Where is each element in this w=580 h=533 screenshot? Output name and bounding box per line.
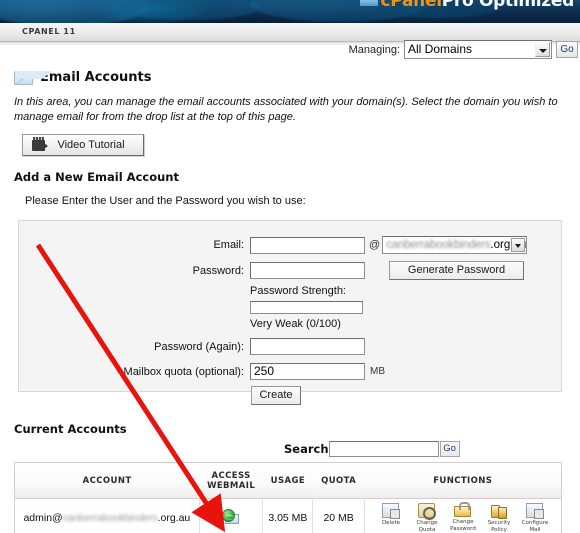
managing-domain-value: All Domains (408, 42, 473, 56)
function-change-password-label2: Password (450, 525, 476, 532)
password-again-label: Password (Again): (154, 340, 244, 353)
account-blurred-domain: canberrabookbinders (62, 512, 158, 524)
function-change-quota[interactable]: Change Quota (409, 503, 445, 533)
password-label: Password: (192, 264, 244, 277)
cell-access-webmail[interactable] (198, 498, 263, 533)
tab-cpanel-11[interactable]: CPANEL 11 (18, 25, 84, 37)
logo-suffix: Pro Optimized (441, 0, 575, 11)
email-input[interactable] (250, 236, 365, 254)
cell-quota: 20 MB (312, 498, 365, 533)
accounts-table: Account Access Webmail Usage Quota Funct… (14, 462, 562, 533)
column-header-usage: Usage (270, 475, 306, 486)
table-header-row: Account Access Webmail Usage Quota Funct… (14, 462, 562, 499)
column-header-functions: Functions (433, 475, 493, 486)
function-change-password[interactable]: Change Password (445, 502, 481, 532)
mailbox-quota-input[interactable]: 250 (250, 363, 365, 380)
function-configure-mail-label: Configure (521, 520, 549, 526)
create-button[interactable]: Create (251, 386, 301, 405)
search-go-button[interactable]: Go (439, 441, 460, 457)
email-row: Email: @ canberrabookbinders.org.au (19, 236, 563, 254)
webmail-globe-icon[interactable] (222, 508, 240, 525)
password-again-input[interactable] (250, 338, 365, 355)
cpanel-logo: cPanelPro Optimized (359, 0, 575, 11)
domain-blurred-prefix: canberrabookbinders (386, 239, 491, 251)
search-input[interactable] (328, 441, 439, 457)
configure-mail-icon (526, 503, 545, 519)
password-strength-value: Very Weak (0/100) (250, 318, 341, 330)
domain-select[interactable]: canberrabookbinders.org.au (382, 236, 528, 254)
add-account-instructions: Please Enter the User and the Password y… (25, 195, 306, 207)
function-delete-label: Delete (381, 520, 401, 526)
page-intro-text: In this area, you can manage the email a… (14, 96, 558, 123)
managing-domain-select[interactable]: All Domains (404, 40, 552, 59)
logo-brand: cPanel (380, 0, 443, 11)
cell-functions: Delete Change Quota Change Password Secu… (363, 498, 562, 533)
column-header-quota: Quota (321, 475, 357, 486)
page-heading: Email Accounts (14, 70, 152, 85)
managing-go-button[interactable]: Go (556, 41, 578, 58)
functions-list: Delete Change Quota Change Password Secu… (367, 502, 559, 533)
generate-password-button[interactable]: Generate Password (389, 261, 524, 280)
cpanel-email-accounts-page: cPanelPro Optimized CPANEL 11 Managing: … (0, 0, 580, 533)
table-row: admin@canberrabookbinders.org.au 3.05 MB… (15, 498, 562, 533)
column-header-access-webmail-line2: Webmail (207, 480, 256, 491)
account-prefix: admin@ (23, 512, 63, 524)
cell-account: admin@canberrabookbinders.org.au (15, 499, 200, 533)
email-label: Email: (213, 239, 244, 251)
chevron-down-icon[interactable] (535, 42, 550, 57)
at-symbol: @ (369, 239, 381, 251)
mailbox-quota-unit: MB (370, 366, 385, 377)
mail-icon (14, 70, 52, 85)
password-row: Password: Generate Password (19, 261, 563, 280)
delete-icon (382, 503, 401, 519)
column-header-access-webmail: Access Webmail (199, 463, 263, 499)
column-header-access-webmail-line1: Access (211, 470, 251, 481)
chevron-down-icon[interactable] (511, 238, 526, 252)
function-delete[interactable]: Delete (373, 503, 409, 527)
webmail-globe-shape (222, 508, 236, 522)
cell-usage: 3.05 MB (262, 498, 313, 533)
logo-mark-icon (359, 0, 378, 6)
password-strength-bar (250, 301, 363, 314)
function-change-quota-label2: Quota (418, 526, 436, 533)
mailbox-quota-label: Mailbox quota (optional): (123, 365, 244, 378)
account-email: admin@canberrabookbinders.org.au (23, 512, 190, 524)
function-security-policy-label2: Policy (491, 526, 507, 533)
video-tutorial-button[interactable]: Video Tutorial (22, 134, 144, 156)
security-policy-icon (490, 503, 508, 519)
video-camera-icon (32, 136, 48, 151)
password-input[interactable] (250, 262, 365, 279)
function-configure-mail-label2: Mail (529, 526, 541, 533)
account-suffix: .org.au (157, 512, 191, 524)
top-banner: cPanelPro Optimized (0, 0, 580, 23)
function-configure-mail[interactable]: Configure Mail (517, 503, 553, 533)
search-bar: Search Go (284, 441, 460, 457)
video-tutorial-label: Video Tutorial (57, 139, 125, 151)
current-accounts-title: Current Accounts (14, 422, 127, 436)
managing-label: Managing: (348, 44, 400, 56)
page-title: Email Accounts (40, 70, 152, 85)
password-again-row: Password (Again): (19, 338, 563, 355)
search-label: Search (284, 442, 329, 456)
accounts-table-body: admin@canberrabookbinders.org.au 3.05 MB… (15, 498, 562, 533)
function-security-policy[interactable]: Security Policy (481, 503, 517, 533)
password-strength-label: Password Strength: (250, 285, 346, 297)
mailbox-quota-row: Mailbox quota (optional): 250 MB (19, 363, 563, 380)
change-quota-icon (418, 503, 437, 520)
add-account-section-title: Add a New Email Account (14, 170, 179, 184)
change-password-icon (454, 502, 472, 517)
column-header-account: Account (82, 475, 132, 486)
add-account-form-panel: Email: @ canberrabookbinders.org.au Pass… (18, 220, 563, 405)
managing-toolbar: Managing: All Domains Go (0, 40, 580, 62)
